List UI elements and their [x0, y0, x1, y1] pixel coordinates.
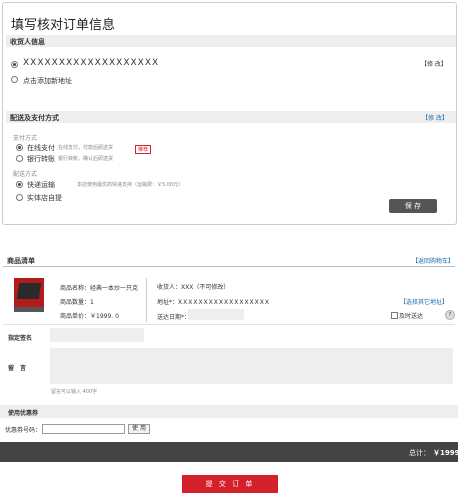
save-button[interactable]: 保 存 — [389, 199, 437, 213]
goods-address-value: XXXXXXXXXXXXXXXXXX — [178, 299, 271, 306]
product-price-label: 商品单价： — [60, 313, 91, 320]
coupon-use-button[interactable]: 使 用 — [128, 424, 150, 434]
product-qty: 1 — [90, 299, 94, 306]
submit-order-button[interactable]: 提 交 订 单 — [182, 475, 278, 493]
pay-online-label[interactable]: 在线支付 — [27, 143, 55, 153]
total-label: 总计： — [409, 449, 430, 457]
ship-date-input[interactable] — [188, 309, 244, 320]
goods-section-title: 商品清单 — [7, 257, 35, 265]
pay-online-desc: 在线支付，付款后即送货 — [58, 145, 114, 151]
delivery-section-header: 配送及支付方式 【修 改】 — [6, 111, 456, 123]
receiver-section-header: 收货人信息 — [6, 35, 456, 47]
coupon-code-label: 优惠券号码： — [5, 427, 42, 434]
product-image — [14, 278, 44, 312]
product-name-label: 商品名称： — [60, 285, 91, 292]
goods-address-label: 地址*： — [157, 299, 179, 306]
product-name-row: 商品名称：经典一本炒一只克 — [60, 283, 138, 292]
delivery-section-title: 配送及支付方式 — [10, 114, 59, 122]
goods-divider — [3, 266, 455, 267]
receiver-modify-link[interactable]: 【修 改】 — [421, 59, 447, 68]
add-address-radio[interactable] — [11, 76, 18, 83]
recommend-badge: 推荐 — [135, 145, 152, 154]
address-radio-selected[interactable] — [11, 61, 18, 68]
goods-receiver-label: 收货人： — [157, 284, 182, 291]
delivery-modify-link[interactable]: 【修 改】 — [422, 113, 448, 122]
message-hint: 留言可以输入 400字 — [51, 389, 98, 395]
pay-bank-desc: 银行转账，确认后即送货 — [58, 156, 114, 162]
goods-vertical-divider — [146, 278, 147, 322]
ship-heading: 配送方式 — [13, 171, 38, 178]
ship-pickup-radio[interactable] — [16, 194, 23, 201]
coupon-section-header: 使用优惠券 — [0, 405, 458, 418]
coupon-section-title: 使用优惠券 — [8, 410, 39, 417]
product-price: ￥1999. 0 — [90, 313, 119, 320]
pay-online-radio[interactable] — [16, 144, 23, 151]
ship-express-desc: 本店使用最优的快递支持（运输费：￥5.00元） — [77, 182, 184, 188]
ship-express-label[interactable]: 快递运输 — [27, 180, 55, 190]
pay-bank-radio[interactable] — [16, 155, 23, 162]
page-title: 填写核对订单信息 — [11, 18, 116, 33]
product-qty-label: 商品数量： — [60, 299, 91, 306]
message-textarea[interactable] — [50, 348, 453, 384]
signature-label: 指定签名 — [8, 335, 33, 342]
select-address-link[interactable]: 【选择其它地址】 — [400, 297, 448, 306]
receiver-section-title: 收货人信息 — [10, 38, 45, 46]
timely-checkbox[interactable] — [391, 312, 398, 319]
help-icon[interactable]: ? — [445, 310, 455, 320]
goods-receiver-value: XXX（不可修改） — [181, 284, 230, 291]
back-to-cart-link[interactable]: 【返回购物车】 — [412, 256, 454, 265]
product-price-row: 商品单价：￥1999. 0 — [60, 311, 119, 320]
total-bar: 总计： ￥1999 — [0, 442, 458, 462]
timely-label: 及时送达 — [399, 313, 424, 320]
product-name: 经典一本炒一只克 — [90, 285, 139, 292]
goods-divider-2 — [3, 324, 455, 325]
pay-bank-label[interactable]: 银行转账 — [27, 154, 55, 164]
coupon-code-input[interactable] — [42, 424, 125, 434]
ship-express-radio[interactable] — [16, 181, 23, 188]
product-qty-row: 商品数量：1 — [60, 297, 94, 306]
signature-input[interactable] — [50, 328, 144, 342]
ship-pickup-label[interactable]: 实体店自提 — [27, 193, 62, 203]
add-new-address-link[interactable]: 点击添加新地址 — [23, 76, 72, 86]
message-label: 留 言 — [8, 365, 27, 372]
ship-date-label: 送达日期*： — [157, 314, 191, 321]
address-text: XXXXXXXXXXXXXXXXXXX — [23, 58, 160, 68]
pay-heading: 支付方式 — [13, 135, 38, 142]
receiver-row: 收货人：XXX（不可修改） — [157, 282, 229, 291]
order-info-panel: 填写核对订单信息 收货人信息 XXXXXXXXXXXXXXXXXXX 【修 改】… — [2, 2, 457, 225]
address-row: 地址*：XXXXXXXXXXXXXXXXXX — [157, 297, 270, 306]
total-value: ￥1999 — [433, 449, 458, 457]
